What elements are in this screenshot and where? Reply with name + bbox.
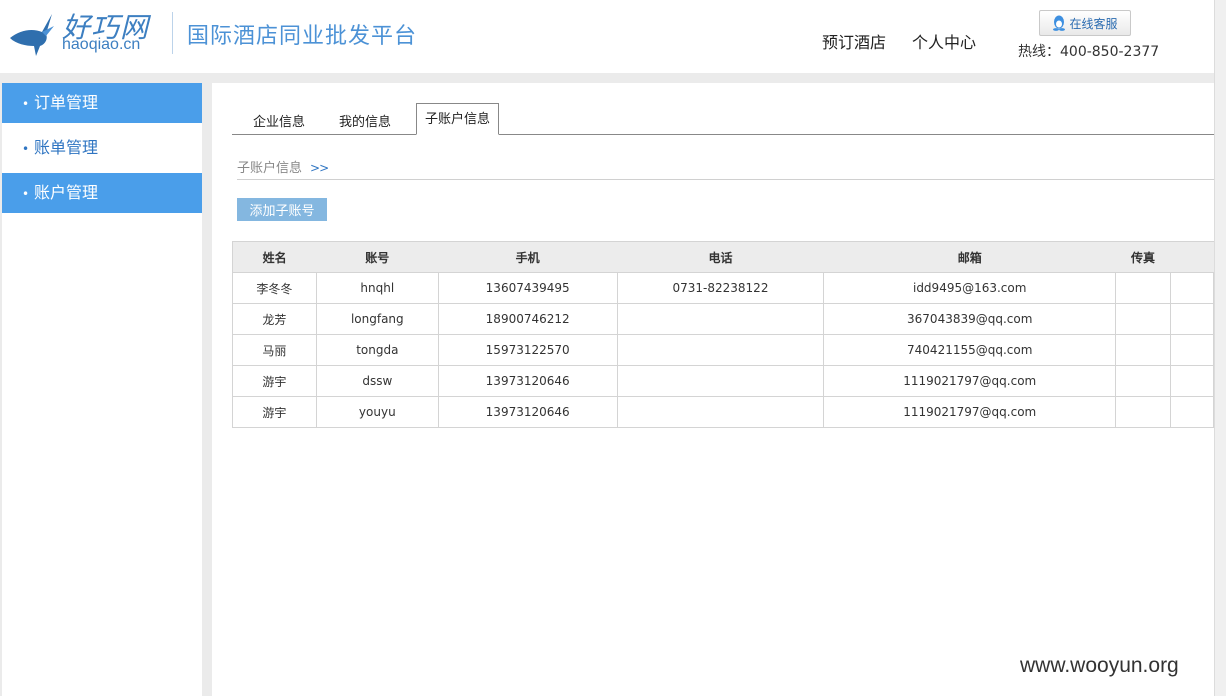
cell-mobile: 18900746212 bbox=[437, 303, 618, 335]
bullet-dot-icon: • bbox=[22, 187, 30, 201]
table-row[interactable]: 李冬冬 hnqhl 13607439495 0731-82238122 idd9495@… bbox=[232, 272, 1214, 304]
table-row[interactable]: 马丽 tongda 15973122570 740421155@qq.com bbox=[232, 334, 1214, 366]
cell-phone bbox=[616, 334, 825, 366]
table-row[interactable]: 游宇 dssw 13973120646 1119021797@qq.com bbox=[232, 365, 1214, 397]
site-logo[interactable]: 好巧网 haoqiao.cn bbox=[6, 6, 166, 62]
watermark: www.wooyun.org bbox=[1020, 654, 1179, 677]
nav-book-hotel[interactable]: 预订酒店 bbox=[822, 29, 886, 53]
cell-email: 740421155@qq.com bbox=[823, 334, 1117, 366]
double-chevron-right-icon: >> bbox=[310, 161, 329, 175]
logo-divider bbox=[172, 12, 173, 54]
column-header-fax: 传真 bbox=[1115, 241, 1171, 273]
cell-name: 马丽 bbox=[232, 334, 317, 366]
cell-email: 1119021797@qq.com bbox=[823, 396, 1117, 428]
sidebar-item-label: 订单管理 bbox=[34, 93, 99, 112]
add-sub-account-button[interactable]: 添加子账号 bbox=[237, 198, 327, 221]
hotline-text: 热线：400-850-2377 bbox=[1018, 44, 1160, 60]
page-scrollbar[interactable] bbox=[1214, 0, 1226, 696]
header: 好巧网 haoqiao.cn 国际酒店同业批发平台 预订酒店 个人中心 在线客服… bbox=[0, 0, 1214, 73]
sidebar: • 订单管理 • 账单管理 • 账户管理 bbox=[2, 83, 202, 696]
online-support-label: 在线客服 bbox=[1069, 16, 1118, 31]
cell-extra bbox=[1170, 396, 1214, 428]
cell-mobile: 13973120646 bbox=[437, 365, 618, 397]
table-body: 李冬冬 hnqhl 13607439495 0731-82238122 idd9495@… bbox=[232, 272, 1214, 428]
cell-fax bbox=[1115, 303, 1172, 335]
column-header-extra bbox=[1170, 241, 1214, 273]
cell-phone: 0731-82238122 bbox=[616, 272, 825, 304]
cell-email: 367043839@qq.com bbox=[823, 303, 1117, 335]
breadcrumb: 子账户信息 >> bbox=[237, 157, 1214, 180]
platform-title: 国际酒店同业批发平台 bbox=[187, 24, 418, 49]
online-support-button[interactable]: 在线客服 bbox=[1039, 10, 1131, 36]
cell-name: 游宇 bbox=[232, 365, 317, 397]
nav-personal-center[interactable]: 个人中心 bbox=[912, 29, 976, 53]
cell-phone bbox=[616, 303, 825, 335]
cell-mobile: 13973120646 bbox=[437, 396, 618, 428]
column-header-email: 邮箱 bbox=[823, 241, 1116, 273]
column-header-account: 账号 bbox=[316, 241, 439, 273]
cell-extra bbox=[1170, 303, 1214, 335]
column-header-phone: 电话 bbox=[617, 241, 824, 273]
table-row[interactable]: 游宇 youyu 13973120646 1119021797@qq.com bbox=[232, 396, 1214, 428]
cell-mobile: 15973122570 bbox=[437, 334, 618, 366]
sidebar-item-bill-management[interactable]: • 账单管理 bbox=[2, 128, 202, 168]
main-content: 企业信息 我的信息 子账户信息 子账户信息 >> 添加子账号 姓名 账号 手机 电… bbox=[212, 83, 1214, 696]
cell-extra bbox=[1170, 365, 1214, 397]
qq-penguin-icon bbox=[1053, 15, 1066, 31]
cell-phone bbox=[616, 396, 825, 428]
cell-fax bbox=[1115, 334, 1172, 366]
cell-email: 1119021797@qq.com bbox=[823, 365, 1117, 397]
cell-name: 龙芳 bbox=[232, 303, 317, 335]
cell-fax bbox=[1115, 396, 1172, 428]
cell-extra bbox=[1170, 272, 1214, 304]
breadcrumb-label: 子账户信息 bbox=[237, 161, 303, 176]
cell-account: youyu bbox=[315, 396, 439, 428]
bird-logo-icon bbox=[10, 14, 54, 56]
bullet-dot-icon: • bbox=[22, 97, 30, 111]
cell-fax bbox=[1115, 365, 1172, 397]
cell-account: dssw bbox=[315, 365, 439, 397]
cell-mobile: 13607439495 bbox=[437, 272, 618, 304]
bullet-dot-icon: • bbox=[22, 142, 30, 156]
logo-domain: haoqiao.cn bbox=[62, 36, 141, 53]
cell-fax bbox=[1115, 272, 1172, 304]
cell-extra bbox=[1170, 334, 1214, 366]
tab-bar: 企业信息 我的信息 子账户信息 bbox=[232, 103, 1214, 135]
table-header-row: 姓名 账号 手机 电话 邮箱 传真 bbox=[232, 241, 1214, 273]
tab-my-info[interactable]: 我的信息 bbox=[339, 111, 391, 130]
column-header-mobile: 手机 bbox=[438, 241, 618, 273]
table-row[interactable]: 龙芳 longfang 18900746212 367043839@qq.com bbox=[232, 303, 1214, 335]
sub-account-table: 姓名 账号 手机 电话 邮箱 传真 李冬冬 hnqhl 13607439495 073… bbox=[232, 241, 1214, 428]
sidebar-item-label: 账户管理 bbox=[34, 183, 99, 202]
cell-name: 游宇 bbox=[232, 396, 317, 428]
tab-sub-account-info[interactable]: 子账户信息 bbox=[416, 103, 500, 135]
sidebar-item-account-management[interactable]: • 账户管理 bbox=[2, 173, 202, 213]
cell-name: 李冬冬 bbox=[232, 272, 317, 304]
tab-company-info[interactable]: 企业信息 bbox=[253, 111, 305, 130]
sidebar-item-label: 账单管理 bbox=[34, 138, 99, 157]
cell-email: idd9495@163.com bbox=[823, 272, 1117, 304]
cell-account: tongda bbox=[315, 334, 439, 366]
cell-account: longfang bbox=[315, 303, 439, 335]
sidebar-item-order-management[interactable]: • 订单管理 bbox=[2, 83, 202, 123]
column-header-name: 姓名 bbox=[232, 241, 317, 273]
cell-account: hnqhl bbox=[315, 272, 439, 304]
cell-phone bbox=[616, 365, 825, 397]
